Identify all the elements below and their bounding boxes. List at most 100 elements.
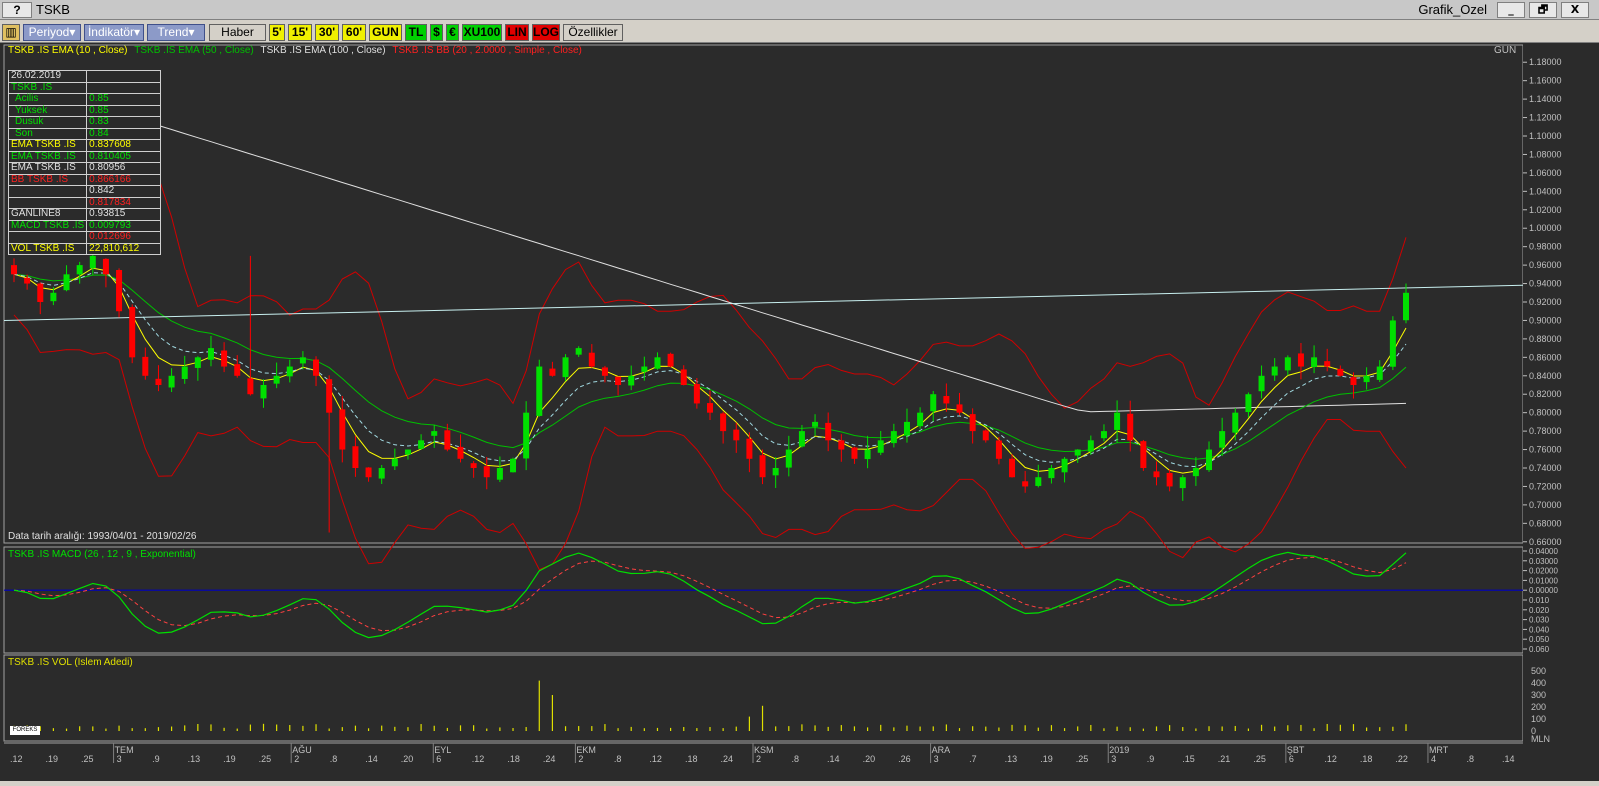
candle-body — [1022, 481, 1029, 487]
date-tick-label: .8 — [330, 754, 338, 764]
candle-body — [1035, 477, 1042, 486]
candle-body — [1061, 458, 1068, 473]
currency-eur-button[interactable]: € — [446, 24, 459, 41]
periyod-menu[interactable]: Periyod▾ — [23, 24, 81, 41]
candle-body — [483, 466, 490, 478]
date-tick-label: .12 — [1324, 754, 1337, 764]
xu100-button[interactable]: XU100 — [462, 24, 502, 41]
candle-body — [102, 258, 109, 275]
candle-body — [1140, 441, 1147, 468]
date-tick-label: .19 — [223, 754, 236, 764]
chart-template-name: Grafik_Ozel — [1418, 2, 1487, 17]
log-scale-button[interactable]: LOG — [532, 24, 560, 41]
period-label: GUN — [1494, 45, 1517, 56]
candle-body — [1337, 368, 1344, 376]
legend-ema10: TSKB .IS EMA (10 , Close) — [8, 45, 128, 56]
price-tick-label: 0.92000 — [1529, 297, 1562, 307]
period-60-button[interactable]: 60' — [342, 24, 366, 41]
period-5-button[interactable]: 5' — [269, 24, 285, 41]
macd-tick-label: 0.060 — [1529, 645, 1550, 654]
date-tick-label: .13 — [1005, 754, 1018, 764]
candle-body — [628, 375, 635, 386]
candle-body — [50, 292, 57, 302]
indikator-menu[interactable]: İndikatör▾ — [84, 24, 144, 41]
price-tick-label: 1.14000 — [1529, 94, 1562, 104]
candle-body — [536, 366, 543, 416]
candle-body — [772, 468, 779, 476]
candle-body — [851, 447, 858, 459]
candle-body — [615, 376, 622, 385]
candle-body — [575, 348, 582, 355]
info-row-value: 0.009793 — [86, 219, 162, 232]
info-row-label — [7, 185, 88, 198]
info-row-value: 0.817834 — [86, 196, 162, 209]
volume-tick-label: 200 — [1531, 702, 1546, 712]
info-row: 0.817834 — [7, 196, 162, 209]
macd-tick-label: 0.020 — [1529, 606, 1550, 615]
chart-canvas[interactable]: 1.18000 1.16000 1.14000 1.12000 1.10000 1.080… — [0, 43, 1599, 781]
period-gun-button[interactable]: GUN — [369, 24, 402, 41]
date-tick-label: .18 — [685, 754, 698, 764]
candle-body — [339, 409, 346, 450]
close-button[interactable]: X — [1561, 2, 1589, 18]
info-row-value: 0.80956 — [86, 162, 162, 175]
chart-icon[interactable]: ▥ — [2, 24, 20, 41]
info-row-label: Dusuk — [7, 116, 88, 129]
macd-panel — [3, 546, 1524, 654]
currency-usd-button[interactable]: $ — [430, 24, 443, 41]
price-tick-label: 1.04000 — [1529, 186, 1562, 196]
lin-scale-button[interactable]: LIN — [505, 24, 529, 41]
date-tick-label: 2 — [756, 754, 761, 764]
price-tick-label: 0.76000 — [1529, 445, 1562, 455]
info-row-label: BB TSKB .IS — [7, 173, 88, 186]
restore-button[interactable]: 🗗 — [1529, 2, 1557, 18]
currency-tl-button[interactable]: TL — [405, 24, 427, 41]
info-row-label: Yuksek — [7, 104, 88, 117]
candle-body — [194, 357, 201, 368]
help-button[interactable]: ? — [2, 2, 32, 18]
period-30-button[interactable]: 30' — [315, 24, 339, 41]
price-tick-label: 1.00000 — [1529, 223, 1562, 233]
candle-body — [1376, 366, 1383, 380]
candle-body — [680, 369, 687, 385]
info-row-label: GANLINE8 — [7, 208, 88, 221]
info-row: BB TSKB .IS 0.866166 — [7, 173, 162, 186]
price-tick-label: 0.84000 — [1529, 371, 1562, 381]
haber-button[interactable]: Haber — [209, 24, 266, 41]
candle-body — [549, 368, 556, 376]
info-row: MACD TSKB .IS 0.009793 — [7, 219, 162, 232]
price-tick-label: 0.70000 — [1529, 500, 1562, 510]
candle-body — [1297, 353, 1304, 367]
period-15-button[interactable]: 15' — [288, 24, 312, 41]
price-tick-label: 1.08000 — [1529, 149, 1562, 159]
trend-menu[interactable]: Trend▾ — [147, 24, 205, 41]
candle-body — [496, 468, 503, 480]
candle-body — [1048, 468, 1055, 479]
macd-legend: TSKB .IS MACD (26 , 12 , 9 , Exponential… — [8, 549, 196, 560]
candle-body — [1363, 375, 1370, 383]
chart-area[interactable]: 1.18000 1.16000 1.14000 1.12000 1.10000 1.080… — [0, 43, 1599, 781]
info-row: Dusuk 0.83 — [7, 116, 162, 129]
info-row-value: 0.842 — [86, 185, 162, 198]
candle-body — [444, 430, 451, 450]
candle-body — [1284, 357, 1291, 371]
ozellikler-button[interactable]: Özellikler — [563, 24, 623, 41]
date-tick-label: .8 — [1466, 754, 1474, 764]
date-tick-label: 4 — [1431, 754, 1436, 764]
candle-body — [326, 379, 333, 413]
legend-ema50: TSKB .IS EMA (50 , Close) — [134, 45, 254, 56]
date-tick-label: .25 — [1253, 754, 1266, 764]
window-title: TSKB — [36, 2, 70, 17]
candle-body — [1206, 449, 1213, 471]
price-tick-label: 1.10000 — [1529, 131, 1562, 141]
candle-body — [733, 429, 740, 441]
candle-body — [903, 421, 910, 436]
date-tick-label: .18 — [507, 754, 520, 764]
date-tick-label: 3 — [1111, 754, 1116, 764]
date-tick-label: .12 — [649, 754, 662, 764]
date-tick-label: .9 — [152, 754, 160, 764]
volume-tick-label: 400 — [1531, 678, 1546, 688]
candle-body — [234, 364, 241, 376]
price-tick-label: 0.68000 — [1529, 518, 1562, 528]
minimize-button[interactable]: _ — [1497, 2, 1525, 18]
